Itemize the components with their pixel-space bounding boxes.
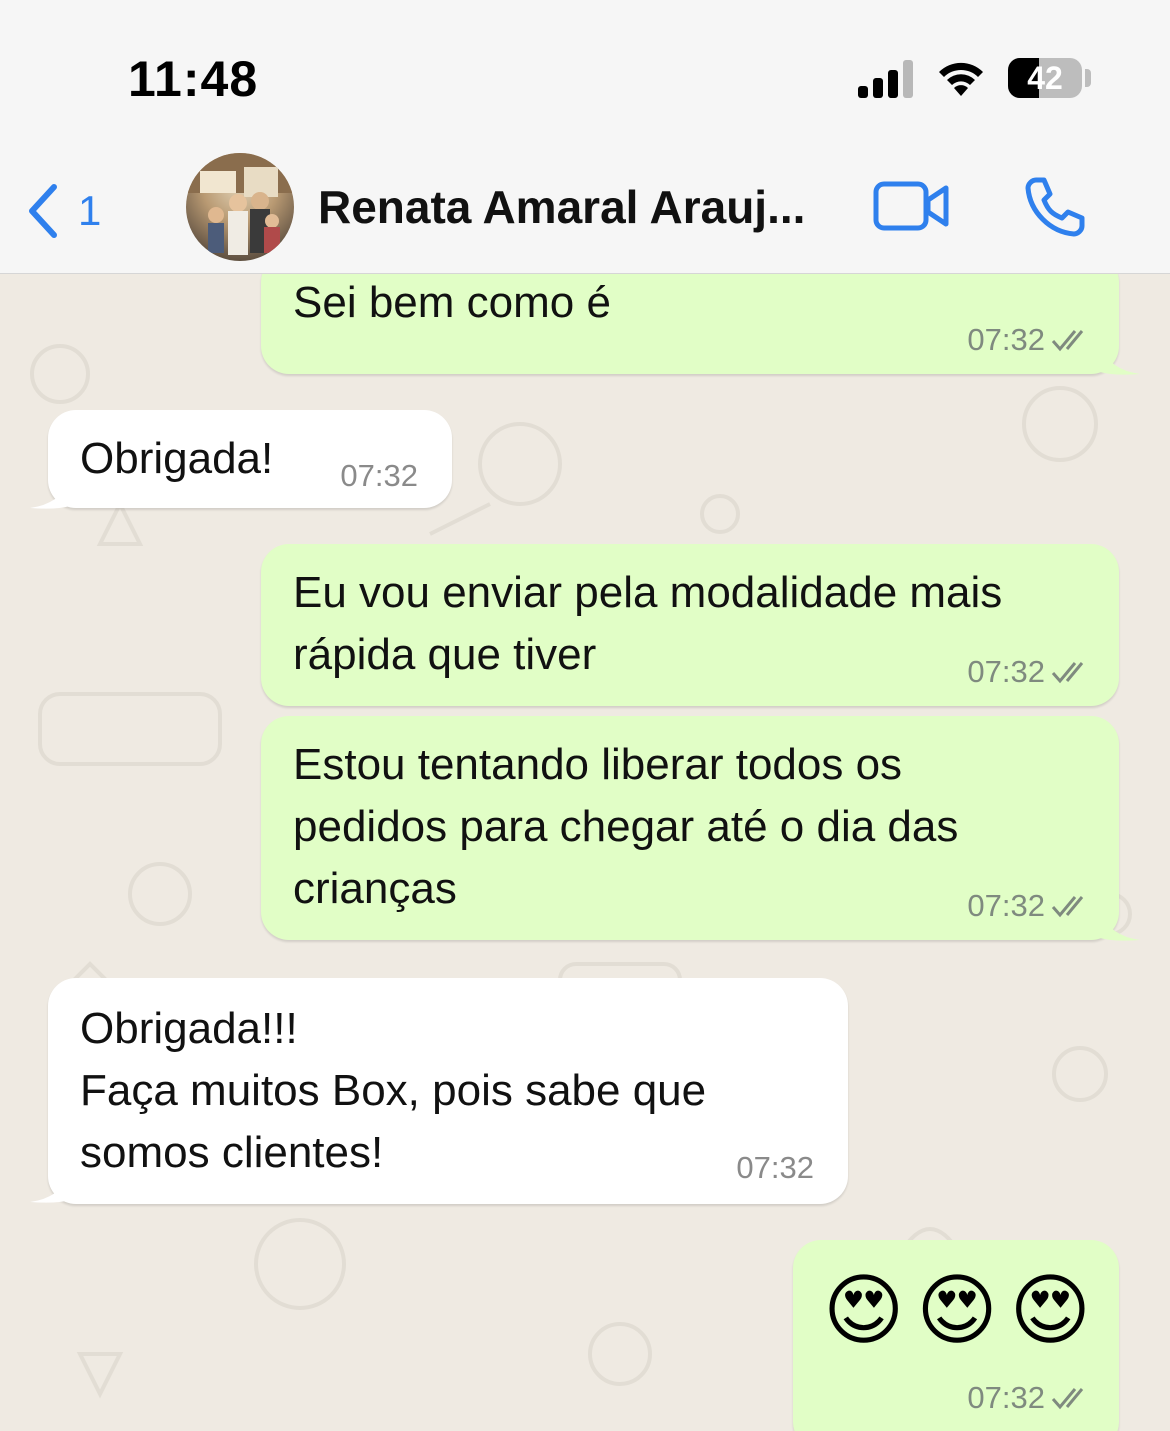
message-text: Obrigada! [80, 434, 274, 483]
chat-header: 1 Renata Amaral Arauj... [0, 140, 1170, 274]
message-text: Eu vou enviar pela modalidade mais rápid… [293, 568, 1003, 679]
message-bubble-outgoing[interactable]: Eu vou enviar pela modalidade mais rápid… [261, 544, 1119, 706]
message-time: 07:32 [967, 888, 1045, 923]
message-meta: 07:32 [967, 654, 1093, 690]
message-meta: 07:32 [340, 458, 418, 494]
message-text: Obrigada!!! Faça muitos Box, pois sabe q… [80, 1004, 707, 1177]
chevron-left-icon [29, 184, 57, 238]
read-receipt-icon [1051, 1388, 1084, 1410]
cellular-signal-icon [858, 60, 914, 98]
back-button[interactable]: 1 [24, 176, 144, 246]
message-meta: 07:32 [967, 322, 1093, 358]
battery-cap [1085, 69, 1091, 87]
bubble-tail [30, 480, 70, 509]
message-emoji: 😍😍😍 [823, 1266, 1103, 1354]
unread-count: 1 [78, 187, 102, 234]
message-bubble-outgoing[interactable]: Sei bem como é 07:32 [261, 274, 1119, 374]
message-text: Sei bem como é [293, 278, 611, 327]
battery-percent: 42 [1027, 60, 1063, 96]
avatar-photo [186, 153, 294, 255]
message-time: 07:32 [340, 458, 418, 493]
message-meta: 07:32 [967, 888, 1093, 924]
message-time: 07:32 [736, 1150, 814, 1185]
status-time: 11:48 [128, 51, 259, 107]
battery-icon: 42 [1008, 58, 1082, 98]
chat-area[interactable]: Sei bem como é 07:32 Obrigada! 07:32 Eu … [0, 274, 1170, 1431]
message-bubble-incoming[interactable]: Obrigada!!! Faça muitos Box, pois sabe q… [48, 978, 848, 1204]
message-time: 07:32 [967, 322, 1045, 357]
bubble-tail [1100, 912, 1140, 941]
message-bubble-outgoing[interactable]: Estou tentando liberar todos os pedidos … [261, 716, 1119, 940]
message-text: Estou tentando liberar todos os pedidos … [293, 740, 959, 913]
video-call-icon[interactable] [872, 180, 952, 232]
bubble-tail [30, 1174, 70, 1203]
wifi-icon [939, 62, 983, 96]
message-meta: 07:32 [967, 1380, 1093, 1416]
read-receipt-icon [1051, 330, 1084, 352]
message-bubble-incoming[interactable]: Obrigada! 07:32 [48, 410, 452, 508]
message-bubble-outgoing[interactable]: 😍😍😍 07:32 [793, 1240, 1119, 1431]
contact-avatar[interactable] [186, 153, 294, 261]
contact-name[interactable]: Renata Amaral Arauj... [318, 180, 805, 234]
status-bar: 11:48 42 [0, 0, 1170, 140]
phone-call-icon[interactable] [1022, 174, 1088, 240]
read-receipt-icon [1051, 662, 1084, 684]
message-meta: 07:32 [736, 1150, 814, 1186]
message-time: 07:32 [967, 1380, 1045, 1415]
read-receipt-icon [1051, 896, 1084, 918]
bubble-tail [1100, 346, 1140, 375]
message-time: 07:32 [967, 654, 1045, 689]
